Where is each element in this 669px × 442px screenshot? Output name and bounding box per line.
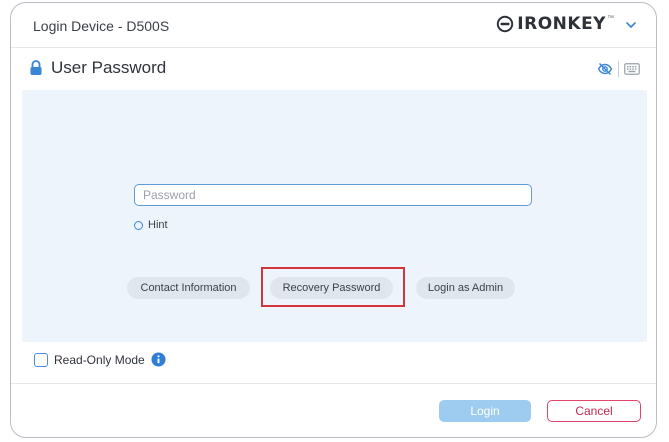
header-divider — [11, 47, 656, 48]
lock-icon — [30, 60, 42, 75]
keyboard-icon[interactable] — [622, 61, 642, 77]
section-title: User Password — [51, 58, 167, 77]
chevron-down-icon[interactable] — [622, 16, 640, 34]
brand-trademark: ™ — [607, 15, 614, 22]
readonly-mode-option[interactable]: Read-Only Mode — [34, 352, 166, 367]
hint-radio[interactable] — [134, 220, 143, 230]
brand-logo: IRONKEY ™ — [496, 12, 614, 36]
readonly-label: Read-Only Mode — [54, 352, 145, 367]
hint-label: Hint — [148, 219, 168, 231]
info-icon[interactable] — [151, 352, 166, 367]
header-tools — [595, 61, 642, 77]
hint-option[interactable]: Hint — [134, 219, 168, 231]
brand-name: IRONKEY — [517, 14, 606, 34]
login-button[interactable]: Login — [439, 400, 531, 422]
readonly-checkbox[interactable] — [34, 352, 48, 367]
section-header: User Password — [29, 58, 166, 78]
title-bar: Login Device - D500S IRONKEY ™ — [11, 3, 656, 47]
cancel-button[interactable]: Cancel — [547, 400, 641, 422]
password-panel: Hint Contact Information Recovery Passwo… — [22, 90, 647, 342]
tool-separator — [618, 61, 619, 77]
contact-information-button[interactable]: Contact Information — [127, 277, 250, 299]
password-input[interactable] — [134, 184, 532, 206]
recovery-password-button[interactable]: Recovery Password — [270, 277, 393, 299]
window-title: Login Device - D500S — [33, 18, 170, 34]
eye-slash-icon[interactable] — [595, 61, 615, 77]
footer-divider — [11, 383, 656, 384]
ironkey-logo-icon — [497, 15, 514, 33]
login-dialog: Login Device - D500S IRONKEY ™ User Pass… — [10, 2, 657, 438]
login-as-admin-button[interactable]: Login as Admin — [416, 277, 515, 299]
